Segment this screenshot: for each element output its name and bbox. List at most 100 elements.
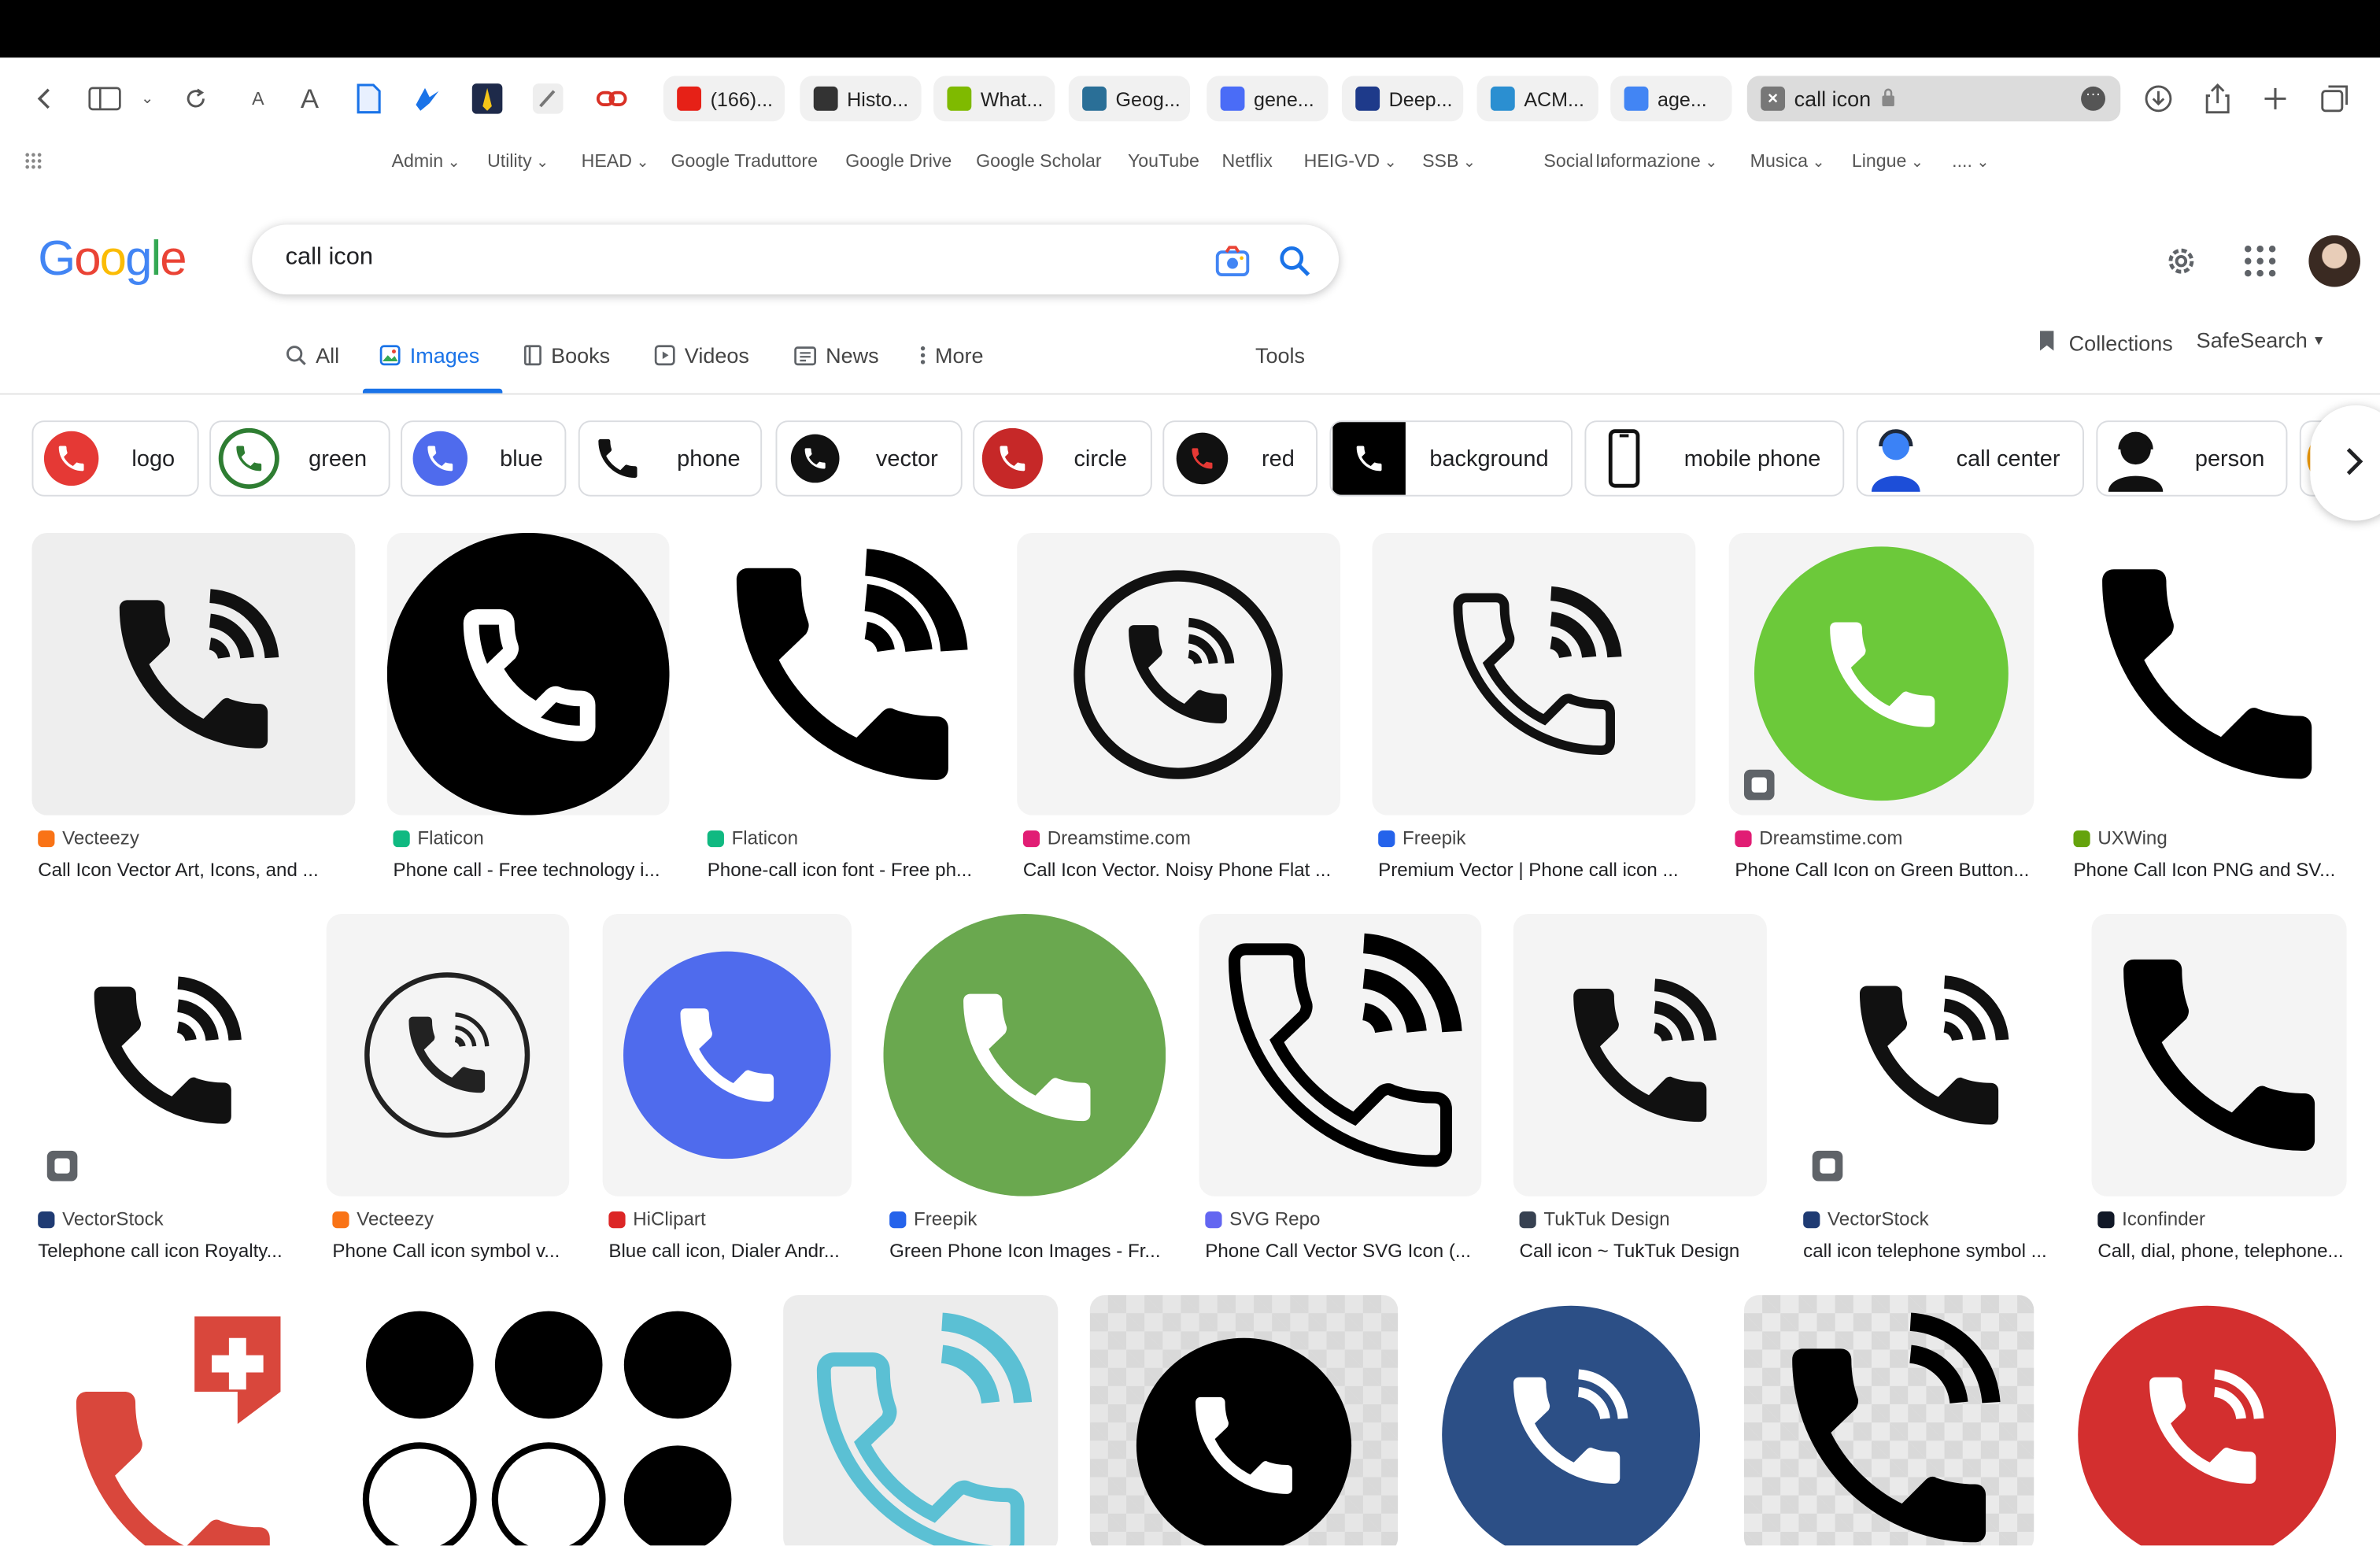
bookmark-item[interactable]: HEIG-VD ⌄ bbox=[1304, 150, 1397, 172]
browser-tab[interactable]: Deep... bbox=[1341, 76, 1464, 122]
bookmark-item[interactable]: Informazione ⌄ bbox=[1595, 150, 1717, 172]
text-smaller-button[interactable]: A bbox=[235, 76, 281, 121]
browser-tab[interactable]: age... bbox=[1610, 76, 1732, 122]
filter-chip-green[interactable]: green bbox=[209, 420, 390, 497]
result-title[interactable]: Phone call - Free technology i... bbox=[394, 860, 688, 881]
settings-gear-icon[interactable] bbox=[2163, 243, 2199, 287]
bookmark-item[interactable]: Musica ⌄ bbox=[1750, 150, 1825, 172]
result-title[interactable]: Phone Call Vector SVG Icon (... bbox=[1205, 1241, 1499, 1262]
result-source[interactable]: UXWing bbox=[2073, 827, 2168, 849]
image-result-card[interactable] bbox=[31, 1295, 315, 1546]
text-larger-button[interactable]: A bbox=[287, 76, 333, 121]
image-result-card[interactable] bbox=[1089, 1295, 1399, 1546]
browser-tab[interactable]: gene... bbox=[1207, 76, 1329, 122]
image-result-card[interactable]: UXWing Phone Call Icon PNG and SV... bbox=[2067, 532, 2347, 891]
image-result-card[interactable] bbox=[1429, 1295, 1713, 1546]
search-tab-all[interactable]: All bbox=[286, 343, 339, 368]
result-thumbnail-phone-icon[interactable] bbox=[31, 914, 294, 1196]
filter-chip-person[interactable]: person bbox=[2096, 420, 2288, 497]
filter-chip-vector[interactable]: vector bbox=[775, 420, 963, 497]
search-tab-more[interactable]: More bbox=[920, 343, 984, 368]
result-thumbnail-phone-icon[interactable] bbox=[346, 1295, 752, 1546]
bookmark-item[interactable]: SSB ⌄ bbox=[1422, 150, 1476, 172]
bookmark-item[interactable]: YouTube bbox=[1128, 150, 1199, 172]
filter-chip-call-center[interactable]: call center bbox=[1856, 420, 2084, 497]
browser-tab[interactable]: Histo... bbox=[800, 76, 922, 122]
browser-tab[interactable]: ACM... bbox=[1476, 76, 1598, 122]
filter-chip-blue[interactable]: blue bbox=[401, 420, 567, 497]
reload-icon[interactable] bbox=[173, 76, 219, 121]
result-thumbnail-phone-icon[interactable] bbox=[1017, 532, 1340, 816]
result-title[interactable]: Premium Vector | Phone call icon ... bbox=[1378, 860, 1713, 881]
result-title[interactable]: call icon telephone symbol ... bbox=[1803, 1241, 2079, 1262]
result-title[interactable]: Phone Call Icon PNG and SV... bbox=[2073, 860, 2364, 881]
image-result-card[interactable]: Flaticon Phone call - Free technology i..… bbox=[386, 532, 670, 891]
filter-chip-phone[interactable]: phone bbox=[578, 420, 763, 497]
result-title[interactable]: Green Phone Icon Images - Fr... bbox=[889, 1241, 1184, 1262]
result-thumbnail-phone-icon[interactable] bbox=[602, 914, 852, 1196]
extension-bird-icon[interactable] bbox=[404, 76, 449, 121]
tab-close-icon[interactable]: ✕ bbox=[1761, 86, 1786, 111]
result-source[interactable]: VectorStock bbox=[1803, 1208, 1929, 1230]
result-source[interactable]: Vecteezy bbox=[38, 827, 139, 849]
image-result-card[interactable]: Vecteezy Phone Call icon symbol v... bbox=[326, 914, 570, 1272]
safesearch-button[interactable]: SafeSearch ▼ bbox=[2197, 328, 2326, 353]
result-source[interactable]: HiClipart bbox=[608, 1208, 706, 1230]
result-thumbnail-phone-icon[interactable] bbox=[31, 532, 356, 816]
image-result-card[interactable]: Freepik Premium Vector | Phone call icon … bbox=[1372, 532, 1696, 891]
result-thumbnail-phone-icon[interactable] bbox=[1728, 532, 2034, 816]
google-logo[interactable]: Google bbox=[38, 231, 187, 287]
result-source[interactable]: Vecteezy bbox=[332, 1208, 434, 1230]
active-tab-address[interactable]: ✕ call icon ··· bbox=[1746, 76, 2121, 122]
result-thumbnail-phone-icon[interactable] bbox=[2091, 914, 2347, 1196]
more-options-icon[interactable]: ··· bbox=[2081, 86, 2105, 111]
image-result-card[interactable]: Freepik Green Phone Icon Images - Fr... bbox=[883, 914, 1166, 1272]
bookmark-item[interactable]: HEAD ⌄ bbox=[582, 150, 649, 172]
extension-tie-icon[interactable] bbox=[464, 76, 510, 121]
camera-lens-icon[interactable] bbox=[1214, 245, 1251, 286]
result-thumbnail-phone-icon[interactable] bbox=[1089, 1295, 1399, 1546]
tools-button[interactable]: Tools bbox=[1255, 343, 1305, 368]
search-tab-books[interactable]: Books bbox=[523, 343, 610, 368]
result-source[interactable]: Dreamstime.com bbox=[1022, 827, 1191, 849]
filter-chip-circle[interactable]: circle bbox=[973, 420, 1152, 497]
bookmark-item[interactable]: Utility ⌄ bbox=[487, 150, 549, 172]
search-box[interactable]: call icon bbox=[252, 224, 1340, 295]
image-result-card[interactable]: HiClipart Blue call icon, Dialer Andr... bbox=[602, 914, 852, 1272]
image-result-card[interactable]: Iconfinder Call, dial, phone, telephone..… bbox=[2091, 914, 2347, 1272]
extension-link-icon[interactable] bbox=[589, 76, 634, 121]
image-result-card[interactable]: TukTuk Design Call icon ~ TukTuk Design bbox=[1513, 914, 1767, 1272]
result-thumbnail-phone-icon[interactable] bbox=[326, 914, 570, 1196]
result-title[interactable]: Telephone call icon Royalty... bbox=[38, 1241, 311, 1262]
image-result-card[interactable]: Flaticon Phone-call icon font - Free ph..… bbox=[701, 532, 984, 891]
result-title[interactable]: Call icon ~ TukTuk Design bbox=[1520, 1241, 1786, 1262]
result-thumbnail-phone-icon[interactable] bbox=[31, 1295, 315, 1546]
result-title[interactable]: Phone Call Icon on Green Button... bbox=[1735, 860, 2052, 881]
collections-button[interactable]: Collections bbox=[2035, 328, 2173, 357]
result-source[interactable]: Iconfinder bbox=[2097, 1208, 2205, 1230]
result-thumbnail-phone-icon[interactable] bbox=[1372, 532, 1696, 816]
bookmark-item[interactable]: .... ⌄ bbox=[1952, 150, 1989, 172]
image-result-card[interactable] bbox=[783, 1295, 1059, 1546]
result-thumbnail-phone-icon[interactable] bbox=[1429, 1295, 1713, 1546]
bookmark-item[interactable]: Admin ⌄ bbox=[392, 150, 460, 172]
result-title[interactable]: Blue call icon, Dialer Andr... bbox=[608, 1241, 870, 1262]
result-title[interactable]: Call, dial, phone, telephone... bbox=[2097, 1241, 2364, 1262]
result-source[interactable]: Freepik bbox=[889, 1208, 977, 1230]
filter-chip-red[interactable]: red bbox=[1162, 420, 1318, 497]
browser-tab[interactable]: (166)... bbox=[663, 76, 785, 122]
result-source[interactable]: SVG Repo bbox=[1205, 1208, 1320, 1230]
download-icon[interactable] bbox=[2136, 76, 2182, 121]
filter-chip-mobile-phone[interactable]: mobile phone bbox=[1584, 420, 1845, 497]
tab-overview-icon[interactable] bbox=[2312, 76, 2357, 121]
result-thumbnail-phone-icon[interactable] bbox=[883, 914, 1166, 1196]
image-result-card[interactable]: VectorStock Telephone call icon Royalty..… bbox=[31, 914, 294, 1272]
reader-icon[interactable] bbox=[346, 76, 392, 121]
filter-chip-background[interactable]: background bbox=[1329, 420, 1573, 497]
browser-tab[interactable]: Geog... bbox=[1068, 76, 1191, 122]
result-title[interactable]: Call Icon Vector Art, Icons, and ... bbox=[38, 860, 373, 881]
result-thumbnail-phone-icon[interactable] bbox=[2067, 1295, 2347, 1546]
sidebar-toggle-icon[interactable] bbox=[82, 76, 128, 121]
bookmark-item[interactable]: Lingue ⌄ bbox=[1852, 150, 1924, 172]
filter-chip-logo[interactable]: logo bbox=[31, 420, 199, 497]
